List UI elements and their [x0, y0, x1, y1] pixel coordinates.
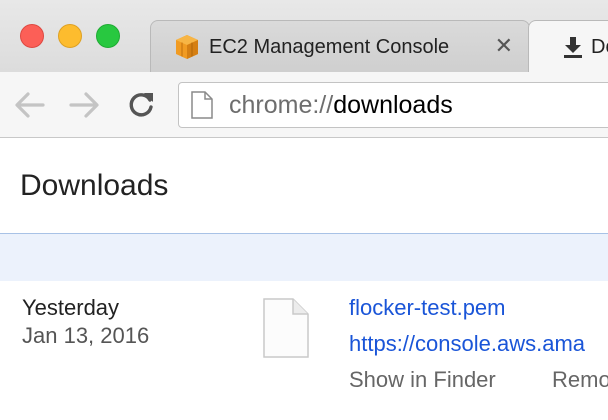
download-date: Jan 13, 2016 — [22, 323, 150, 348]
page-icon — [191, 91, 213, 119]
window-minimize-button[interactable] — [58, 24, 82, 48]
arrow-right-icon — [69, 92, 99, 118]
show-in-finder-link[interactable]: Show in Finder — [349, 367, 496, 393]
tab-ec2-console[interactable]: EC2 Management Console ✕ — [150, 20, 530, 72]
url-path: downloads — [333, 90, 453, 119]
file-icon — [263, 298, 309, 358]
tab-downloads[interactable]: Do — [528, 20, 608, 72]
downloads-toolbar-band — [0, 233, 608, 281]
back-button[interactable] — [12, 88, 46, 122]
remove-from-list-link[interactable]: Remo — [552, 367, 608, 393]
tab-title: EC2 Management Console — [209, 35, 450, 58]
forward-button[interactable] — [68, 88, 102, 122]
download-source-url[interactable]: https://console.aws.ama — [349, 331, 585, 357]
arrow-left-icon — [15, 92, 45, 118]
reload-button[interactable] — [124, 88, 158, 122]
tab-title: Do — [591, 35, 608, 58]
downloads-header: Downloads — [0, 139, 608, 233]
page-title: Downloads — [20, 169, 169, 202]
window-zoom-button[interactable] — [96, 24, 120, 48]
address-bar[interactable]: chrome://downloads — [178, 82, 608, 128]
download-icon — [564, 37, 582, 58]
tab-close-button[interactable]: ✕ — [495, 33, 513, 59]
download-file-link[interactable]: flocker-test.pem — [349, 295, 506, 321]
browser-toolbar: chrome://downloads — [0, 72, 608, 138]
downloads-list: Yesterday Jan 13, 2016 flocker-test.pem … — [0, 281, 608, 420]
browser-titlebar: EC2 Management Console ✕ Do — [0, 0, 608, 72]
window-close-button[interactable] — [20, 24, 44, 48]
address-url: chrome://downloads — [229, 91, 453, 120]
date-label: Yesterday — [22, 295, 120, 320]
reload-icon — [129, 93, 153, 117]
aws-cube-icon — [176, 35, 198, 59]
url-scheme: chrome:// — [229, 90, 334, 119]
